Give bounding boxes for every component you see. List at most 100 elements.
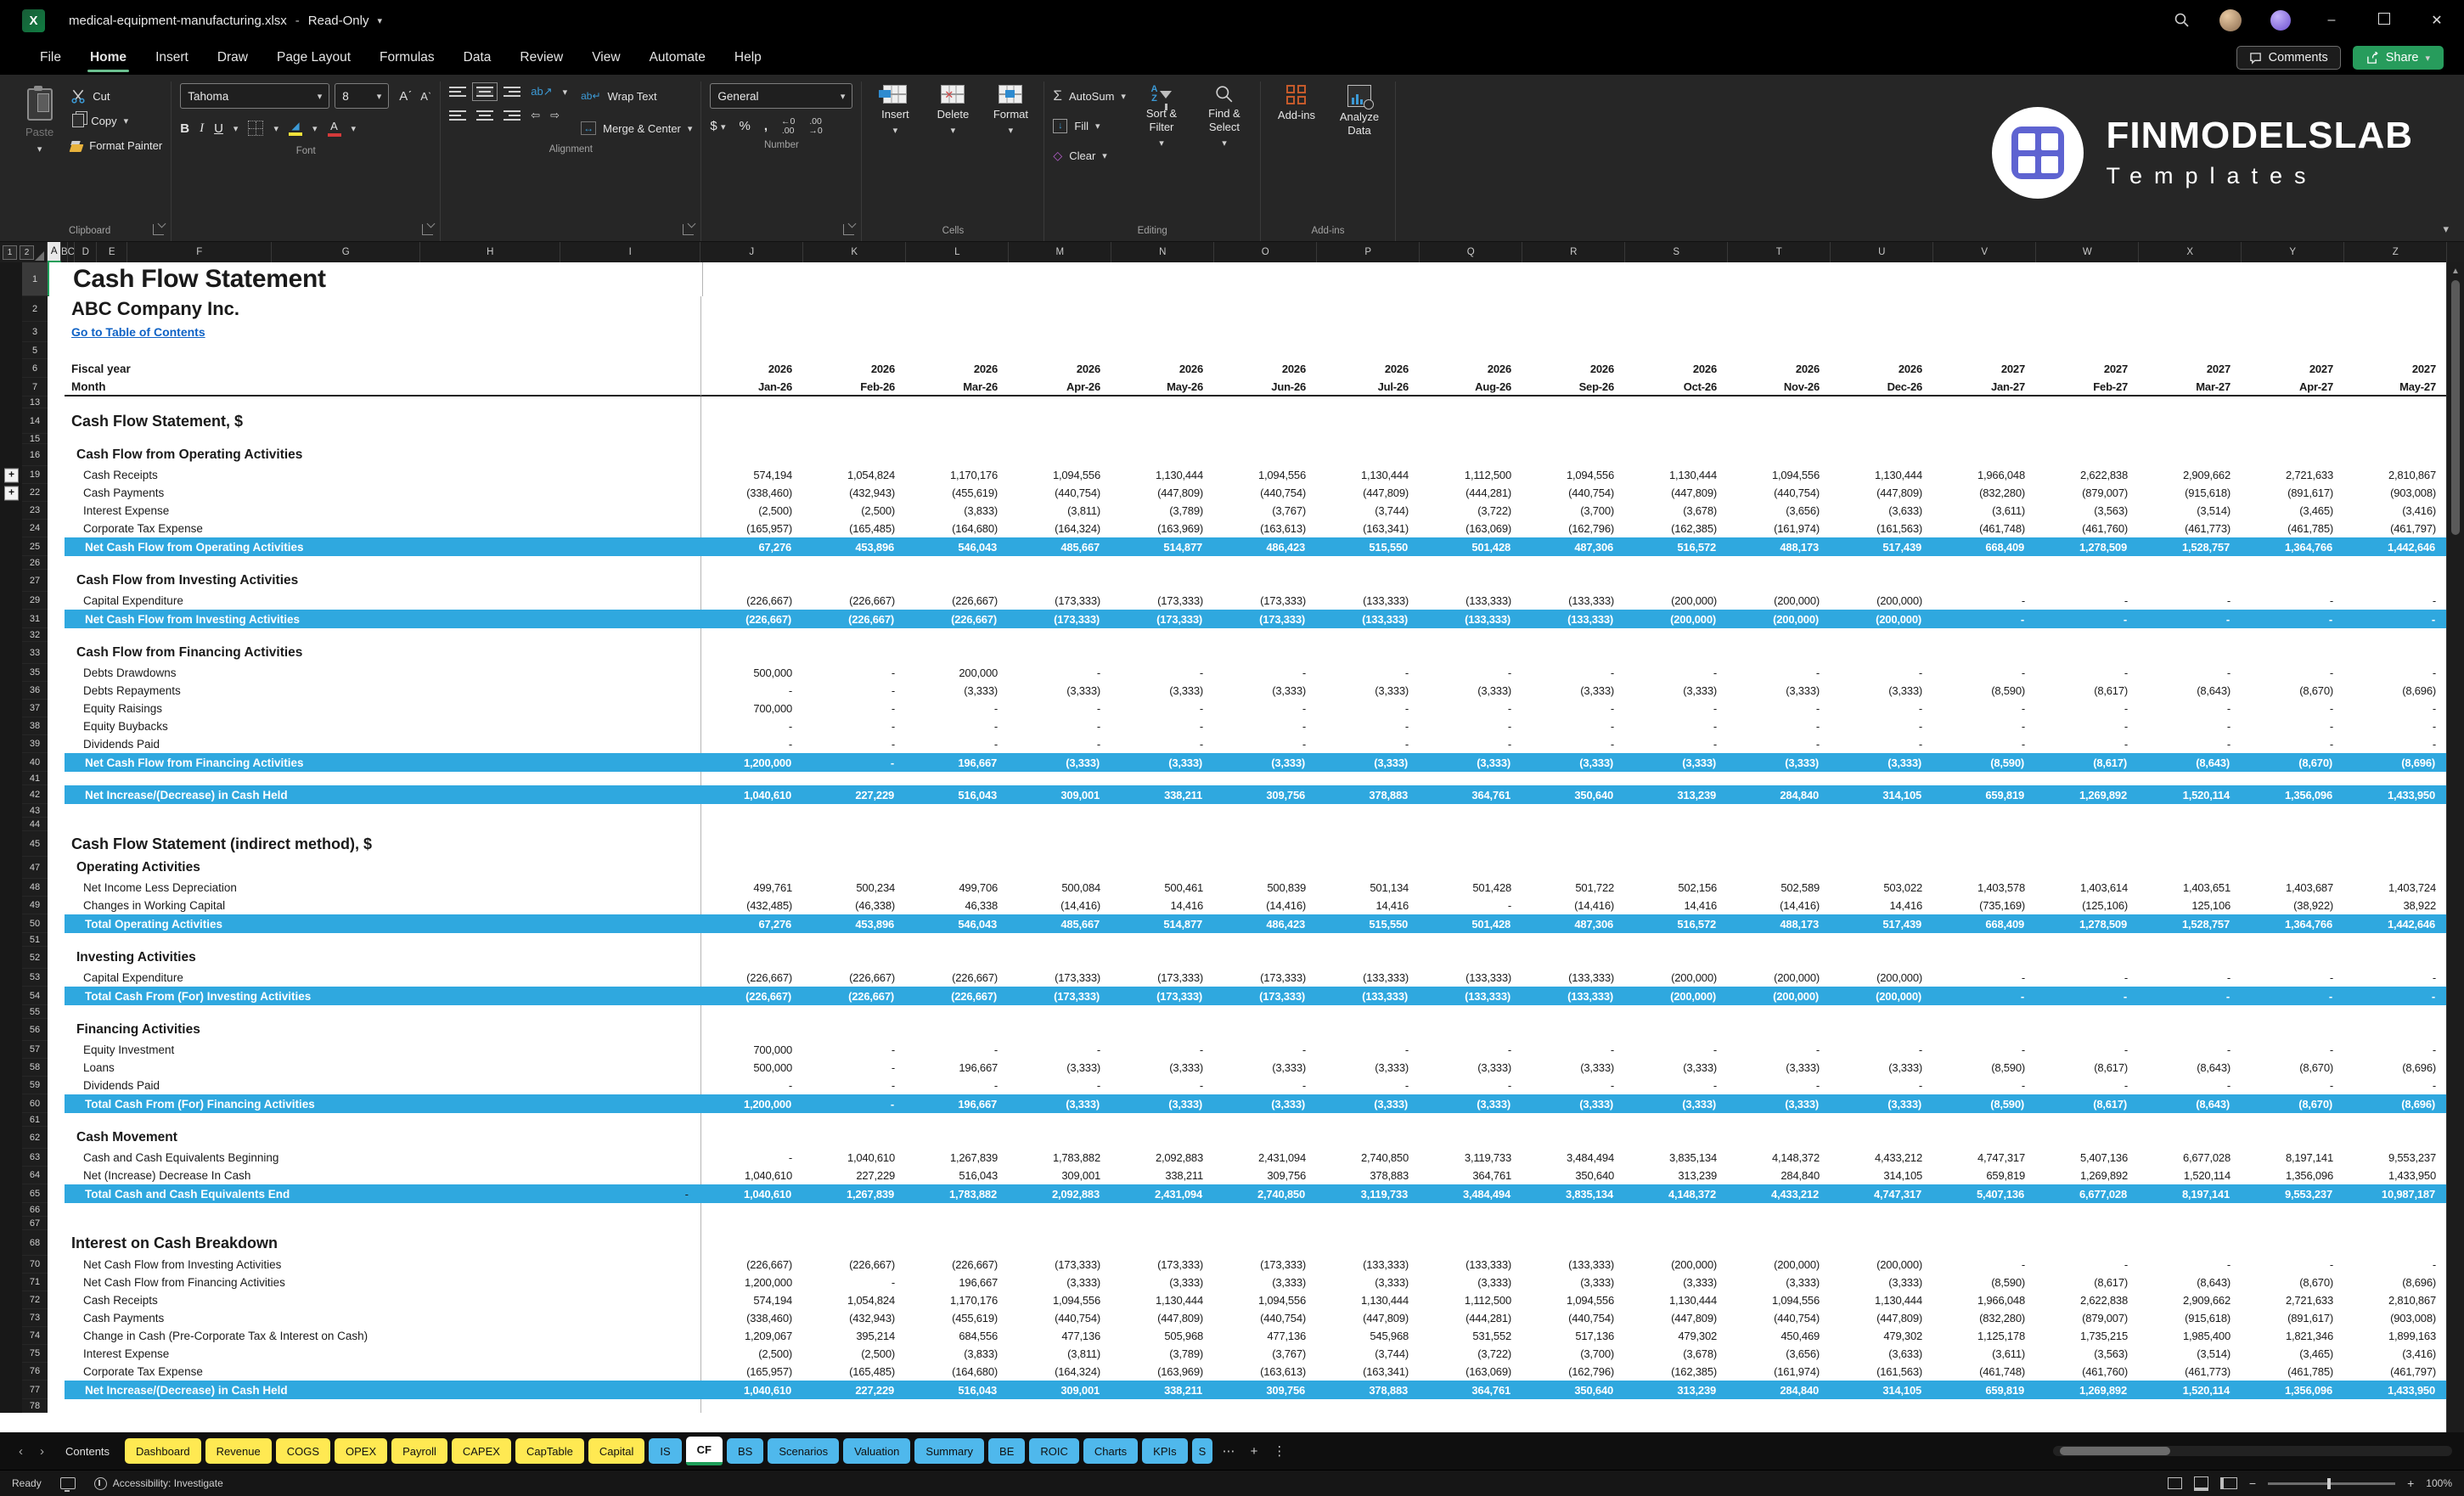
cell-J42[interactable]: 1,040,610 [700,785,803,804]
cell-J65[interactable]: 1,040,610 [700,1184,803,1203]
tab-scroll-left-icon[interactable]: ‹ [12,1444,30,1459]
cell-Y23[interactable]: (3,465) [2242,502,2345,520]
cell-W63[interactable]: 5,407,136 [2037,1149,2140,1167]
cell-W7[interactable]: Feb-27 [2037,378,2140,395]
cell-Q23[interactable]: (3,722) [1420,502,1523,520]
cell-Y25[interactable]: 1,364,766 [2242,537,2344,556]
row-label-cell[interactable]: Fiscal year [65,359,700,378]
cell-L75[interactable]: (3,833) [907,1345,1010,1363]
cell-V6[interactable]: 2027 [1934,359,2037,378]
cell-S35[interactable]: - [1626,664,1729,682]
row-number-41[interactable]: 41 [22,772,48,785]
decrease-decimal-icon[interactable]: .00→0 [808,117,822,135]
cell-W37[interactable]: - [2037,700,2140,717]
column-header-G[interactable]: G [272,242,420,262]
cell-X22[interactable]: (915,618) [2140,484,2242,502]
cell-N76[interactable]: (163,969) [1112,1363,1215,1381]
row-label-cell[interactable]: Net Increase/(Decrease) in Cash Held [65,785,700,804]
cell-W76[interactable]: (461,760) [2037,1363,2140,1381]
cell-O36[interactable]: (3,333) [1215,682,1318,700]
row-number-24[interactable]: 24 [22,520,48,537]
row-label-cell[interactable]: Net Cash Flow from Operating Activities [65,537,700,556]
cell-M64[interactable]: 309,001 [1010,1167,1112,1184]
sheet-tab-summary[interactable]: Summary [914,1438,984,1464]
row-label-cell[interactable]: Cash Receipts [65,1291,700,1309]
cell-X38[interactable]: - [2140,717,2242,735]
sheet-tab-dashboard[interactable]: Dashboard [125,1438,201,1464]
cell-K22[interactable]: (432,943) [804,484,907,502]
cell-P49[interactable]: 14,416 [1318,897,1420,914]
cell-O24[interactable]: (163,613) [1215,520,1318,537]
cell-P63[interactable]: 2,740,850 [1318,1149,1420,1167]
row-number-63[interactable]: 63 [22,1149,48,1167]
row-label-cell[interactable] [65,1203,700,1217]
cell-V53[interactable]: - [1934,969,2037,987]
cell-Q70[interactable]: (133,333) [1420,1256,1523,1274]
cell-Y71[interactable]: (8,670) [2242,1274,2345,1291]
alignment-dialog-launcher[interactable] [683,224,694,235]
cell-N75[interactable]: (3,789) [1112,1345,1215,1363]
cell-L25[interactable]: 546,043 [906,537,1009,556]
underline-button[interactable]: U [214,121,223,136]
row-number-39[interactable]: 39 [22,735,48,753]
cell-W39[interactable]: - [2037,735,2140,753]
cell-O54[interactable]: (173,333) [1214,987,1317,1005]
cell-P48[interactable]: 501,134 [1318,879,1420,897]
row-number-49[interactable]: 49 [22,897,48,914]
cell-T77[interactable]: 284,840 [1728,1381,1831,1399]
cell-R57[interactable]: - [1523,1041,1626,1059]
align-center-icon[interactable] [476,110,493,121]
row-number-26[interactable]: 26 [22,556,48,570]
cell-X64[interactable]: 1,520,114 [2140,1167,2242,1184]
align-top-icon[interactable] [449,87,466,97]
align-bottom-icon[interactable] [503,87,520,97]
sheet-tab-scenarios[interactable]: Scenarios [768,1438,839,1464]
cell-M70[interactable]: (173,333) [1010,1256,1112,1274]
cell-K42[interactable]: 227,229 [803,785,906,804]
cell-N53[interactable]: (173,333) [1112,969,1215,987]
cell-Z59[interactable]: - [2345,1077,2448,1094]
cell-U57[interactable]: - [1831,1041,1934,1059]
cell-O73[interactable]: (440,754) [1215,1309,1318,1327]
cell-V73[interactable]: (832,280) [1934,1309,2037,1327]
row-number-25[interactable]: 25 [22,537,48,556]
cell-O19[interactable]: 1,094,556 [1215,466,1318,484]
cell-R72[interactable]: 1,094,556 [1523,1291,1626,1309]
cell-L73[interactable]: (455,619) [907,1309,1010,1327]
cell-W71[interactable]: (8,617) [2037,1274,2140,1291]
cell-N36[interactable]: (3,333) [1112,682,1215,700]
cell-V76[interactable]: (461,748) [1934,1363,2037,1381]
cell-Y73[interactable]: (891,617) [2242,1309,2345,1327]
cell-K38[interactable]: - [804,717,907,735]
cell-J6[interactable]: 2026 [701,359,804,378]
cell-Q49[interactable]: - [1420,897,1523,914]
cell-M48[interactable]: 500,084 [1010,879,1112,897]
cell-M60[interactable]: (3,333) [1009,1094,1111,1113]
sort-filter-button[interactable]: AZ Sort & Filter▾ [1134,83,1189,149]
cell-Z36[interactable]: (8,696) [2345,682,2448,700]
cell-V63[interactable]: 4,747,317 [1934,1149,2037,1167]
cell-Q76[interactable]: (163,069) [1420,1363,1523,1381]
row-label-cell[interactable]: Month [65,378,700,396]
cell-J72[interactable]: 574,194 [701,1291,804,1309]
column-header-Y[interactable]: Y [2242,242,2344,262]
sheet-tab-captable[interactable]: CapTable [515,1438,584,1464]
horizontal-scroll-thumb[interactable] [2060,1447,2170,1455]
cell-R53[interactable]: (133,333) [1523,969,1626,987]
clipboard-dialog-launcher[interactable] [153,224,164,235]
row-number-60[interactable]: 60 [22,1094,48,1113]
cell-V38[interactable]: - [1934,717,2037,735]
menu-tab-home[interactable]: Home [76,41,141,75]
row-number-5[interactable]: 5 [22,342,48,359]
cell-T58[interactable]: (3,333) [1729,1059,1831,1077]
cell-P70[interactable]: (133,333) [1318,1256,1420,1274]
cell-O35[interactable]: - [1215,664,1318,682]
cell-Z49[interactable]: 38,922 [2345,897,2448,914]
cell-V35[interactable]: - [1934,664,2037,682]
cell-N40[interactable]: (3,333) [1111,753,1214,772]
cell-V75[interactable]: (3,611) [1934,1345,2037,1363]
row-number-50[interactable]: 50 [22,914,48,933]
cell-U31[interactable]: (200,000) [1831,610,1933,628]
cell-J39[interactable]: - [701,735,804,753]
cell-W6[interactable]: 2027 [2037,359,2140,378]
